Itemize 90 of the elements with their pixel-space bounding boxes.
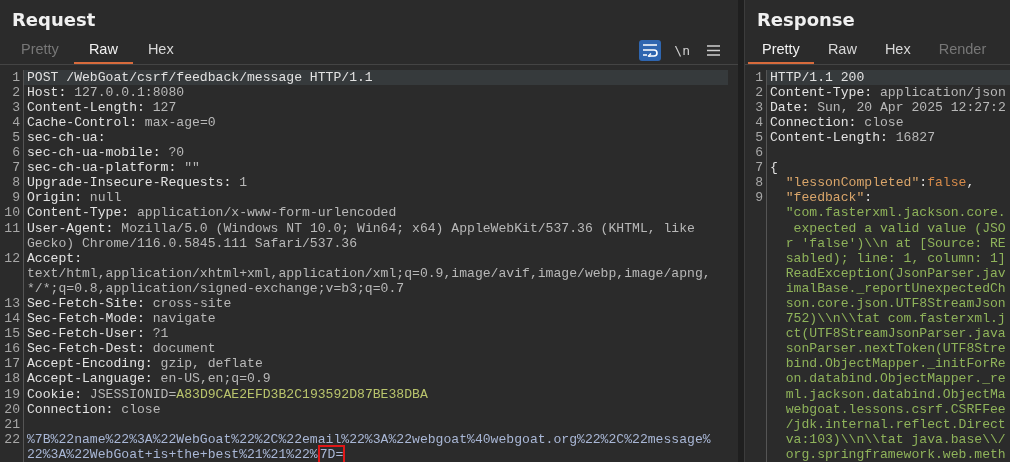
code-line: "lessonCompleted":false,: [784, 175, 976, 191]
code-line: Gecko) Chrome/116.0.5845.111 Safari/537.36: [26, 235, 359, 251]
line-number: 6: [755, 145, 763, 161]
code-line: Cookie: JSESSIONID=A83D9CAE2EFD3B2C193592D87BE38DBA: [26, 386, 429, 402]
code-line: Upgrade-Insecure-Requests: 1: [26, 175, 248, 191]
line-number: 4: [755, 114, 763, 130]
code-line: Accept-Language: en-US,en;q=0.9: [26, 371, 272, 387]
line-number: 11: [4, 220, 20, 236]
code-line: {: [769, 160, 779, 176]
code-line: %7B%22name%22%3A%22WebGoat%22%2C%22email%22%3A%22webgoat%40webgoat.org%22%2C%22message%: [26, 431, 712, 447]
code-line: expected a valid value (JSO: [792, 220, 1007, 236]
code-line: sabled); line: 1, column: 1]: [784, 250, 1007, 266]
view-tab[interactable]: Pretty: [748, 36, 814, 64]
code-line: Host: 127.0.0.1:8080: [26, 84, 186, 100]
code-line: /jdk.internal.reflect.Direct: [784, 416, 1007, 432]
line-number: 7: [755, 160, 763, 176]
code-line: sonParser.nextToken(UTF8Stre: [784, 341, 1007, 357]
code-line: Cache-Control: max-age=0: [26, 114, 217, 130]
code-line: imalBase._reportUnexpectedCh: [784, 280, 1007, 296]
line-number: 21: [4, 416, 20, 432]
line-number: 20: [4, 401, 20, 417]
code-line: 22%3A%22WebGoat+is+the+best%21%21%22%7D=: [26, 446, 345, 462]
line-number: 9: [755, 190, 763, 206]
code-line: sec-ch-ua:: [26, 129, 107, 146]
code-line: "feedback":: [784, 190, 874, 206]
code-line: on.databind.ObjectMapper._re: [784, 371, 1007, 387]
view-tab[interactable]: Hex: [132, 36, 189, 64]
code-line: r 'false')\\n at [Source: RE: [784, 235, 1007, 251]
line-number: 2: [12, 84, 20, 100]
code-line: Origin: null: [26, 190, 123, 206]
code-line: "com.fasterxml.jackson.core.: [784, 205, 1007, 221]
code-line: ml.jackson.databind.ObjectMa: [784, 386, 1007, 402]
code-line: Content-Length: 127: [26, 99, 178, 115]
line-number: 8: [12, 175, 20, 191]
line-number: 5: [755, 129, 763, 145]
line-number: 22: [4, 431, 20, 447]
line-number: 14: [4, 311, 20, 327]
code-line: Content-Length: 16827: [769, 129, 937, 146]
code-line: 752)\\n\\tat com.fasterxml.j: [784, 311, 1007, 327]
line-number: 19: [4, 386, 20, 402]
code-line: Date: Sun, 20 Apr 2025 12:27:2: [769, 99, 1007, 115]
wrap-lines-button[interactable]: [639, 39, 662, 61]
code-line: Sec-Fetch-Mode: navigate: [26, 311, 217, 327]
code-line: Sec-Fetch-Dest: document: [26, 341, 217, 357]
code-line: va:103)\\n\\tat java.base\\/: [784, 431, 1007, 447]
code-line: son.core.json.UTF8StreamJson: [784, 295, 1007, 312]
wrap-lines-icon: [642, 43, 659, 58]
line-number: 2: [755, 84, 763, 100]
line-number: 10: [4, 205, 20, 221]
code-line: Connection: close: [26, 401, 162, 417]
code-line: webgoat.lessons.csrf.CSRFFee: [784, 401, 1007, 417]
menu-icon: [707, 44, 720, 56]
panel-title: Response: [756, 8, 856, 32]
code-line: Sec-Fetch-User: ?1: [26, 326, 170, 342]
line-number: 3: [755, 99, 763, 115]
line-number: 15: [4, 326, 20, 342]
line-number: 6: [12, 145, 20, 161]
code-line: Accept-Encoding: gzip, deflate: [26, 356, 264, 372]
code-line: ReadException(JsonParser.jav: [784, 265, 1007, 281]
line-number: 7: [12, 160, 20, 176]
view-tab[interactable]: Raw: [73, 36, 133, 64]
code-line: */*;q=0.8,application/signed-exchange;v=b3;q=0.7: [26, 280, 406, 296]
code-line: sec-ch-ua-platform: "": [26, 160, 201, 176]
view-tab[interactable]: Raw: [813, 36, 871, 64]
code-line: Accept:: [26, 250, 83, 266]
line-number: 17: [4, 356, 20, 372]
line-number: 9: [12, 190, 20, 206]
line-number: 5: [12, 129, 20, 145]
code-line: Content-Type: application/json: [769, 84, 1007, 100]
code-line: org.springframework.web.meth: [784, 446, 1007, 462]
line-number: 16: [4, 341, 20, 357]
line-number: 4: [12, 114, 20, 130]
line-number: 12: [4, 250, 20, 266]
line-number: 1: [755, 69, 763, 85]
code-line: User-Agent: Mozilla/5.0 (Windows NT 10.0; Win64; x64) AppleWebKit/537.36 (KHTML, like: [26, 220, 696, 236]
code-line: text/html,application/xhtml+xml,application/xml;q=0.9,image/avif,image/webp,image/apng,: [26, 265, 712, 281]
code-line: sec-ch-ua-mobile: ?0: [26, 145, 186, 161]
code-line: Sec-Fetch-Site: cross-site: [26, 295, 233, 312]
panel-title: Request: [11, 8, 97, 32]
line-number: 13: [4, 295, 20, 311]
view-tab[interactable]: Hex: [870, 36, 925, 64]
line-number: 8: [755, 175, 763, 191]
newlines-button[interactable]: \n: [671, 39, 693, 61]
code-line: Connection: close: [769, 114, 905, 130]
code-line: ct(UTF8StreamJsonParser.java: [784, 326, 1007, 342]
line-number: 3: [12, 99, 20, 115]
line-number: 1: [12, 69, 20, 85]
line-number: 18: [4, 371, 20, 387]
code-line: Content-Type: application/x-www-form-urlencoded: [26, 205, 398, 221]
code-line: bind.ObjectMapper._initForRe: [784, 356, 1007, 372]
